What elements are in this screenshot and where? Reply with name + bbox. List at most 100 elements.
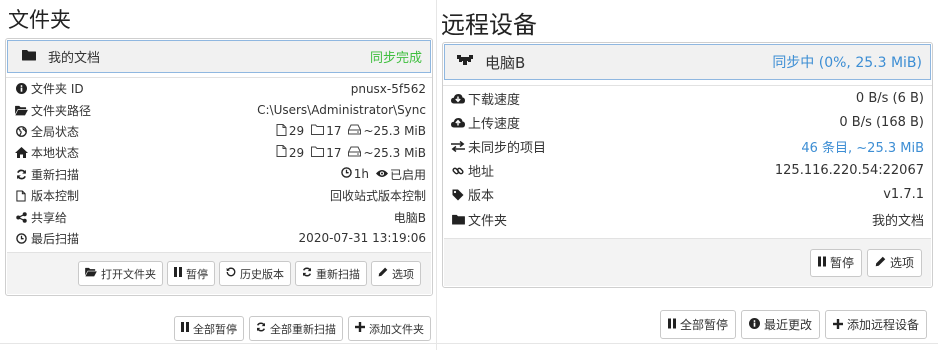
out-of-sync-value[interactable]: 46 条目, ~25.3 MiB: [801, 137, 924, 156]
rescan-all-button[interactable]: 全部重新扫描: [249, 316, 343, 341]
upload-rate-value: 0 B/s (168 B): [839, 114, 924, 130]
download-rate-value: 0 B/s (6 B): [855, 90, 924, 106]
versioning-value: 回收站式版本控制: [329, 189, 426, 204]
file-icon: [276, 123, 289, 139]
local-dir-count: 17: [326, 145, 342, 160]
local-file-count: 29: [288, 145, 305, 160]
exchange-icon: [451, 140, 465, 152]
devices-global-actions: 全部暂停 最近更改 添加远程设备: [655, 310, 927, 339]
pause-all-folders-button[interactable]: 全部暂停: [174, 316, 244, 341]
file-icon: [14, 190, 28, 202]
pause-all-devices-label: 全部暂停: [679, 318, 728, 332]
clock-icon: [340, 167, 354, 181]
recent-changes-label: 最近更改: [763, 318, 812, 332]
folder-open-icon: [14, 105, 28, 116]
address-label: 地址: [468, 165, 495, 181]
recent-changes-button[interactable]: 最近更改: [740, 310, 820, 339]
globe-icon: [14, 126, 28, 137]
folder-options-label: 选项: [392, 268, 414, 281]
global-size: ~25.3 MiB: [363, 124, 426, 139]
pause-device-button[interactable]: 暂停: [809, 248, 862, 277]
folder-panel-header[interactable]: 我的文档 同步完成: [7, 40, 431, 73]
device-action-bar: 暂停 选项: [444, 238, 931, 286]
folders-global-actions: 全部暂停 全部重新扫描 添加文件夹: [169, 316, 431, 341]
shared-with-value: 电脑B: [393, 210, 426, 225]
rescan-button-label: 重新扫描: [316, 268, 360, 281]
local-size: ~25.3 MiB: [363, 145, 426, 160]
shared-with-label: 共享给: [31, 210, 68, 225]
global-file-count: 29: [288, 124, 305, 139]
device-name: 电脑B: [485, 53, 526, 72]
device-panel-header[interactable]: 电脑B 同步中 (0%, 25.3 MiB): [444, 44, 931, 80]
folder-id-value: pnusx-5f562: [350, 81, 426, 96]
refresh-icon: [14, 169, 28, 180]
global-state-row: 全局状态 29 17 ~25.3 MiB: [6, 121, 432, 142]
folder-path-label: 文件夹路径: [31, 103, 92, 118]
watch-status: 已启用: [389, 167, 426, 182]
versioning-label: 版本控制: [31, 189, 80, 204]
rescan-interval: 1h: [353, 167, 369, 182]
pause-icon: [667, 318, 680, 332]
pencil-icon: [875, 256, 890, 270]
address-row: 地址 125.116.220.54:22067: [443, 159, 932, 183]
file-icon: [276, 145, 289, 160]
folders-section-title: 文件夹: [8, 8, 71, 32]
versions-button[interactable]: 历史版本: [219, 261, 291, 286]
rescan-button[interactable]: 重新扫描: [295, 261, 367, 286]
pause-device-label: 暂停: [829, 256, 854, 270]
version-value: v1.7.1: [883, 187, 924, 203]
open-folder-label: 打开文件夹: [101, 268, 156, 281]
device-folders-row: 文件夹 我的文档: [443, 207, 932, 231]
folder-outline-icon: [311, 146, 326, 160]
out-of-sync-row: 未同步的项目 46 条目, ~25.3 MiB: [443, 134, 932, 158]
device-folders-value: 我的文档: [871, 213, 924, 229]
shared-with-row: 共享给 电脑B: [6, 206, 432, 227]
out-of-sync-label: 未同步的项目: [468, 140, 547, 156]
local-state-label: 本地状态: [31, 146, 80, 161]
upload-rate-row: 上传速度 0 B/s (168 B): [443, 110, 932, 134]
folder-options-button[interactable]: 选项: [371, 261, 421, 286]
folder-action-bar: 打开文件夹 暂停 历史版本 重新扫描 选项: [7, 252, 431, 294]
pause-folder-button[interactable]: 暂停: [167, 261, 215, 286]
folder-open-icon: [85, 267, 101, 280]
hdd-icon: [348, 146, 363, 160]
refresh-icon: [256, 322, 270, 335]
folder-icon: [22, 49, 36, 64]
devices-section-title: 远程设备: [441, 11, 537, 39]
folder-details: 文件夹 ID pnusx-5f562 文件夹路径 C:\Users\Admini…: [6, 77, 432, 249]
device-options-button[interactable]: 选项: [866, 248, 922, 277]
pause-icon: [174, 267, 186, 280]
versioning-row: 版本控制 回收站式版本控制: [6, 185, 432, 206]
out-of-sync-link[interactable]: 46 条目, ~25.3 MiB: [801, 137, 924, 156]
rescan-label: 重新扫描: [31, 167, 80, 182]
column-divider: [436, 0, 437, 350]
device-folders-label: 文件夹: [468, 213, 508, 229]
global-state-value: 29 17 ~25.3 MiB: [276, 123, 426, 139]
pause-icon: [181, 322, 193, 335]
pause-all-devices-button[interactable]: 全部暂停: [659, 310, 736, 339]
last-scan-label: 最后扫描: [31, 231, 80, 246]
device-panel: 电脑B 同步中 (0%, 25.3 MiB) 下载速度 0 B/s (6 B) …: [442, 42, 933, 288]
open-folder-button[interactable]: 打开文件夹: [78, 261, 163, 286]
add-folder-button[interactable]: 添加文件夹: [348, 316, 431, 341]
folder-sync-status: 同步完成: [369, 51, 422, 66]
clock-icon: [14, 233, 28, 244]
add-folder-label: 添加文件夹: [369, 323, 424, 336]
version-row: 版本 v1.7.1: [443, 183, 932, 207]
pause-all-label: 全部暂停: [193, 323, 237, 336]
pause-icon: [817, 256, 830, 270]
add-device-button[interactable]: 添加远程设备: [824, 310, 927, 339]
link-icon: [451, 165, 465, 177]
device-details: 下载速度 0 B/s (6 B) 上传速度 0 B/s (168 B) 未同步的…: [443, 85, 932, 231]
folder-icon: [451, 214, 465, 225]
global-state-label: 全局状态: [31, 124, 80, 139]
download-rate-label: 下载速度: [468, 92, 521, 108]
device-options-label: 选项: [889, 256, 914, 270]
share-icon: [14, 211, 28, 223]
last-scan-value: 2020-07-31 13:19:06: [298, 231, 426, 246]
plus-icon: [832, 318, 847, 332]
folder-outline-icon: [311, 124, 326, 138]
hdd-icon: [348, 124, 363, 138]
rescan-all-label: 全部重新扫描: [270, 323, 336, 336]
info-circle-icon: [748, 317, 764, 332]
